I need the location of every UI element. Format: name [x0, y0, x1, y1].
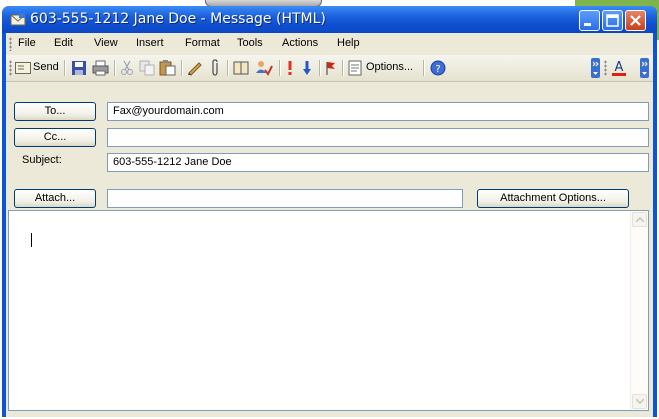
signature-icon[interactable] [187, 60, 203, 76]
attach-icon[interactable] [209, 59, 221, 77]
menu-view[interactable]: View [94, 37, 118, 49]
menu-edit[interactable]: Edit [54, 37, 73, 49]
menu-file[interactable]: File [18, 37, 36, 49]
cut-icon[interactable] [120, 60, 134, 76]
paste-icon[interactable] [159, 59, 176, 76]
check-names-icon[interactable] [255, 59, 273, 77]
menu-help[interactable]: Help [337, 37, 360, 49]
menu-tools[interactable]: Tools [237, 37, 263, 49]
print-icon[interactable] [92, 60, 109, 76]
cc-button[interactable]: Cc... [14, 128, 96, 147]
toolbar-separator [342, 60, 344, 76]
title-bar[interactable]: 603-555-1212 Jane Doe - Message (HTML) [2, 6, 657, 33]
toolbar-separator [227, 60, 229, 76]
scroll-down-button[interactable] [632, 394, 647, 409]
options-button[interactable]: Options... [366, 61, 413, 73]
cc-field[interactable] [107, 128, 649, 147]
window-title: 603-555-1212 Jane Doe - Message (HTML) [30, 11, 326, 27]
menu-grip[interactable] [9, 37, 12, 51]
options-icon[interactable] [348, 60, 362, 76]
help-icon[interactable]: ? [430, 60, 446, 76]
message-body[interactable] [8, 210, 649, 411]
to-field[interactable]: Fax@yourdomain.com [107, 102, 649, 121]
send-button[interactable]: Send [33, 61, 59, 73]
importance-low-icon[interactable] [302, 60, 312, 76]
attachment-options-button[interactable]: Attachment Options... [477, 189, 629, 208]
toolbar-separator [64, 60, 66, 76]
menu-insert[interactable]: Insert [136, 37, 164, 49]
arrow-down-icon [636, 399, 644, 404]
subject-label: Subject: [22, 154, 62, 166]
svg-text:A: A [615, 60, 624, 75]
follow-up-flag-icon[interactable] [325, 60, 337, 76]
formatting-options-chevron-icon[interactable] [640, 58, 649, 78]
toolbar-separator [114, 60, 116, 76]
address-book-icon[interactable] [233, 60, 250, 76]
subject-field[interactable]: 603-555-1212 Jane Doe [107, 153, 649, 172]
copy-icon[interactable] [139, 60, 155, 76]
message-window: 603-555-1212 Jane Doe - Message (HTML) F… [2, 6, 657, 417]
toolbar-separator [319, 60, 321, 76]
toolbar-separator [279, 60, 281, 76]
to-button[interactable]: To... [14, 102, 96, 121]
importance-high-icon[interactable] [286, 60, 294, 76]
message-header-form: To... Fax@yourdomain.com Cc... Subject: … [6, 82, 653, 182]
toolbar-grip[interactable] [9, 60, 12, 76]
toolbar-separator [181, 60, 183, 76]
maximize-icon [606, 14, 619, 27]
envelope-icon[interactable] [15, 62, 31, 74]
window-content: File Edit View Insert Format Tools Actio… [6, 33, 653, 417]
menu-bar: File Edit View Insert Format Tools Actio… [6, 33, 653, 55]
standard-toolbar: Send Options... ? A [6, 55, 653, 82]
toolbar-options-chevron-icon[interactable] [591, 58, 600, 78]
svg-text:?: ? [435, 64, 440, 75]
message-icon [10, 13, 26, 26]
text-caret [31, 233, 32, 247]
menu-format[interactable]: Format [185, 37, 220, 49]
maximize-button[interactable] [602, 10, 623, 31]
minimize-button[interactable] [579, 10, 600, 31]
vertical-scrollbar[interactable] [630, 211, 648, 410]
toolbar-separator [423, 60, 425, 76]
font-color-icon[interactable]: A [611, 59, 627, 77]
close-icon [630, 15, 641, 26]
formatting-toolbar-grip[interactable] [604, 60, 607, 76]
arrow-up-icon [636, 217, 644, 222]
save-icon[interactable] [71, 60, 87, 76]
attach-field[interactable] [107, 189, 463, 208]
menu-actions[interactable]: Actions [282, 37, 318, 49]
close-button[interactable] [625, 10, 646, 31]
minimize-icon [584, 23, 591, 26]
scroll-up-button[interactable] [632, 212, 647, 227]
attach-button[interactable]: Attach... [14, 189, 96, 208]
